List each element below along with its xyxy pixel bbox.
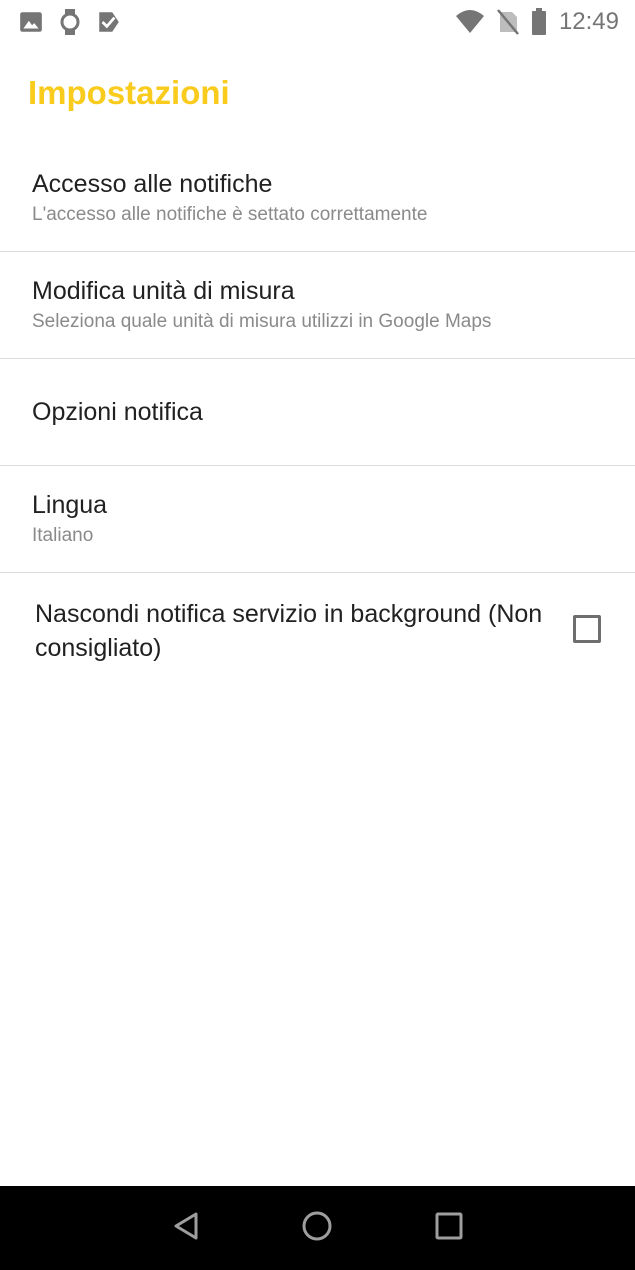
- settings-list: Accesso alle notifiche L'accesso alle no…: [0, 145, 635, 573]
- home-button[interactable]: [287, 1198, 347, 1258]
- setting-title: Opzioni notifica: [32, 398, 203, 426]
- setting-measurement-units[interactable]: Modifica unità di misura Seleziona quale…: [0, 252, 635, 359]
- setting-hide-background-notification[interactable]: Nascondi notifica servizio in background…: [0, 583, 635, 678]
- status-bar-left: [18, 8, 136, 36]
- status-time: 12:49: [558, 8, 619, 35]
- setting-notification-options[interactable]: Opzioni notifica: [0, 359, 635, 466]
- home-icon: [301, 1210, 333, 1247]
- setting-subtitle: L'accesso alle notifiche è settato corre…: [32, 204, 428, 225]
- status-bar-right: 12:49: [443, 8, 619, 36]
- back-icon: [172, 1211, 200, 1246]
- back-button[interactable]: [156, 1198, 216, 1258]
- wifi-icon: [455, 10, 485, 34]
- setting-subtitle: Seleziona quale unità di misura utilizzi…: [32, 311, 492, 332]
- setting-notification-access[interactable]: Accesso alle notifiche L'accesso alle no…: [0, 145, 635, 252]
- image-icon: [18, 9, 44, 35]
- recents-button[interactable]: [419, 1198, 479, 1258]
- checkmark-badge-icon: [96, 9, 122, 35]
- recents-icon: [434, 1211, 464, 1246]
- setting-title: Lingua: [32, 491, 108, 519]
- navigation-bar: [0, 1186, 635, 1270]
- watch-icon: [58, 8, 82, 36]
- setting-title: Accesso alle notifiche: [32, 170, 273, 198]
- setting-language[interactable]: Lingua Italiano: [0, 466, 635, 573]
- status-bar: 12:49: [0, 0, 635, 44]
- page-title: Impostazioni: [28, 74, 230, 111]
- setting-title: Modifica unità di misura: [32, 277, 295, 305]
- hide-notification-checkbox[interactable]: [573, 615, 601, 643]
- checkbox-label: Nascondi notifica servizio in background…: [35, 599, 543, 662]
- setting-subtitle: Italiano: [32, 525, 94, 546]
- battery-icon: [531, 8, 547, 36]
- no-sim-icon: [496, 9, 519, 35]
